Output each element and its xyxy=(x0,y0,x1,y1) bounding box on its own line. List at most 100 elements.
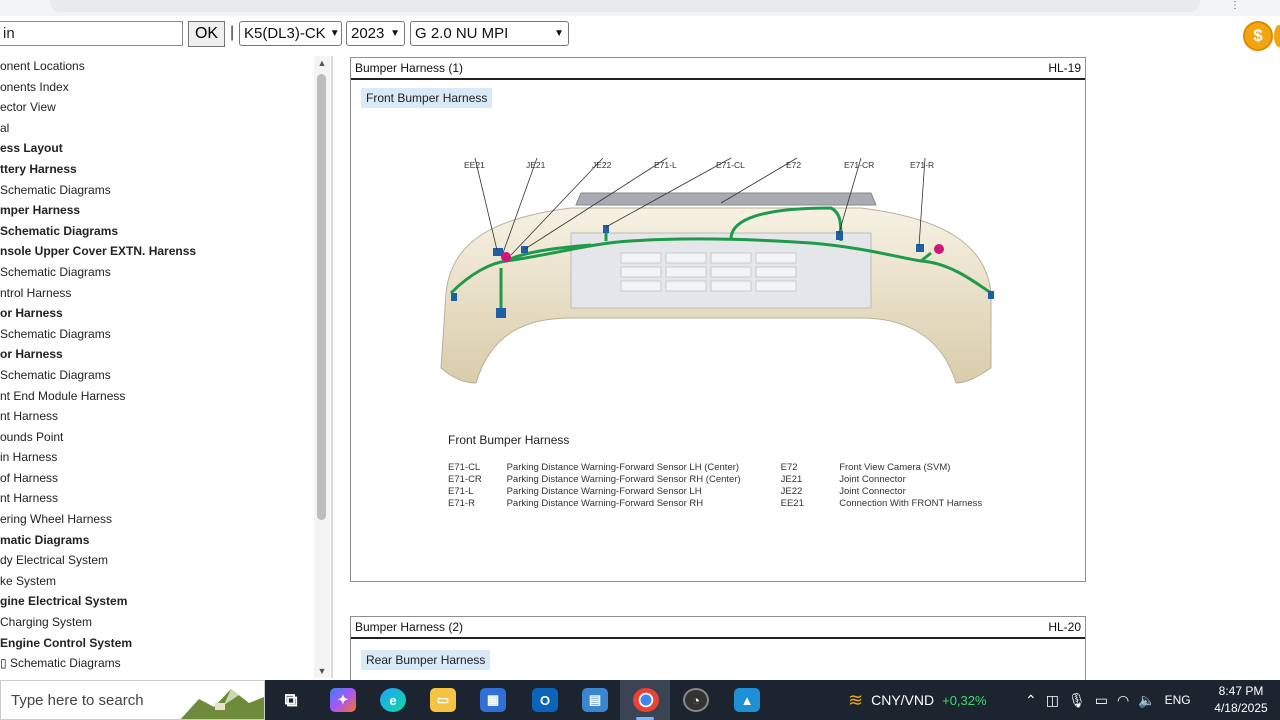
rear-bumper-harness-link[interactable]: Rear Bumper Harness xyxy=(361,650,491,670)
chevron-down-icon: ▼ xyxy=(329,28,340,39)
sidebar-item[interactable]: Schematic Diagrams xyxy=(0,221,314,242)
clock-date: 4/18/2025 xyxy=(1214,701,1268,715)
sidebar-item[interactable]: nt Harness xyxy=(0,406,314,427)
sidebar-item[interactable]: of Harness xyxy=(0,468,314,489)
sidebar-item[interactable]: mper Harness xyxy=(0,200,314,221)
sidebar-item[interactable]: nsole Upper Cover EXTN. Harenss xyxy=(0,241,314,262)
task-view-icon[interactable]: ⧉ xyxy=(278,688,304,712)
store-icon[interactable]: ▦ xyxy=(480,688,506,712)
callout-label: JE22 xyxy=(592,160,612,170)
scroll-down-icon[interactable]: ▼ xyxy=(314,666,330,676)
year-select[interactable]: 2023 ▼ xyxy=(346,21,405,46)
pane-divider[interactable] xyxy=(331,56,333,678)
callout-label: EE21 xyxy=(464,160,485,170)
legend-desc2: Front View Camera (SVM) xyxy=(839,462,951,473)
callout-label: E71-R xyxy=(910,160,935,170)
chevron-down-icon: ▼ xyxy=(554,28,564,39)
sidebar-item[interactable]: nt End Module Harness xyxy=(0,386,314,407)
sidebar-item[interactable]: ounds Point xyxy=(0,427,314,448)
address-bar[interactable] xyxy=(50,0,1200,12)
sidebar-tree: onent Locations onents Index ector View al e… xyxy=(0,56,314,678)
photos-icon[interactable]: ▲ xyxy=(734,688,760,712)
sidebar-item[interactable]: ering Wheel Harness xyxy=(0,509,314,530)
battery-icon[interactable]: ▭ xyxy=(1095,692,1108,709)
callout-label: E71-L xyxy=(654,160,677,170)
sidebar-item[interactable]: onents Index xyxy=(0,77,314,98)
meet-now-icon[interactable]: ◫ xyxy=(1046,692,1059,709)
model-select-value: K5(DL3)-CK xyxy=(244,25,326,42)
legend-desc2: Joint Connector xyxy=(839,474,906,485)
ok-button[interactable]: OK xyxy=(188,21,225,47)
sidebar-item[interactable]: Schematic Diagrams xyxy=(0,262,314,283)
sidebar-item[interactable]: nt Harness xyxy=(0,488,314,509)
sidebar-item[interactable]: ttery Harness xyxy=(0,159,314,180)
microphone-icon[interactable]: 🎙 xyxy=(1068,692,1086,709)
windows-taskbar: Type here to search ⧉ ✦ e ▭ ▦ O ▤ ◔ ▲ ≋ … xyxy=(0,680,1280,720)
sidebar-item[interactable]: matic Diagrams xyxy=(0,530,314,551)
document-icon: ▯ xyxy=(0,656,10,671)
ticker-icon: ≋ xyxy=(848,689,864,710)
browser-menu-icon[interactable]: ⋮ xyxy=(1230,0,1240,11)
taskbar-search-placeholder: Type here to search xyxy=(11,691,144,709)
sidebar-item[interactable]: Schematic Diagrams xyxy=(0,180,314,201)
legend-code: E71-L xyxy=(448,486,474,497)
search-highlight-icon xyxy=(180,689,264,719)
legend-code2: JE22 xyxy=(780,486,803,497)
coin-extension-icon[interactable] xyxy=(1274,25,1280,47)
engine-select[interactable]: G 2.0 NU MPI ▼ xyxy=(410,21,569,46)
notes-app-icon[interactable]: ▤ xyxy=(582,688,608,712)
chrome-icon[interactable] xyxy=(633,688,659,712)
speed-test-icon[interactable]: ◔ xyxy=(683,688,709,712)
legend-row: E71-L Parking Distance Warning-Forward Se… xyxy=(448,486,1008,498)
sidebar-item[interactable]: Schematic Diagrams xyxy=(0,324,314,345)
sidebar-item[interactable]: dy Electrical System xyxy=(0,550,314,571)
panel-title: Bumper Harness (2) xyxy=(355,620,464,634)
sidebar-item[interactable]: in Harness xyxy=(0,447,314,468)
scroll-up-icon[interactable]: ▲ xyxy=(314,58,330,68)
sidebar-item[interactable]: ke System xyxy=(0,571,314,592)
callout-label: JE21 xyxy=(526,160,546,170)
scrollbar-thumb[interactable] xyxy=(317,74,326,520)
legend-desc: Parking Distance Warning-Forward Sensor … xyxy=(506,474,741,485)
system-clock[interactable]: 8:47 PM 4/18/2025 xyxy=(1206,683,1276,717)
model-select[interactable]: K5(DL3)-CK ▼ xyxy=(239,21,342,46)
file-explorer-icon[interactable]: ▭ xyxy=(430,688,456,712)
toolbar-separator: | xyxy=(230,24,235,41)
legend-code: E71-R xyxy=(448,498,475,509)
vin-search-input[interactable] xyxy=(0,21,183,46)
chevron-up-icon[interactable]: ⌃ xyxy=(1025,692,1037,709)
system-tray: ⌃ ◫ 🎙 ▭ ◠ 🔈 ENG xyxy=(1025,680,1191,720)
sidebar-item[interactable]: gine Electrical System xyxy=(0,591,314,612)
copilot-icon[interactable]: ✦ xyxy=(330,688,356,712)
outlook-icon[interactable]: O xyxy=(532,688,558,712)
callout-label: E71-CL xyxy=(716,160,745,170)
sidebar-item[interactable]: al xyxy=(0,118,314,139)
sidebar-item[interactable]: Schematic Diagrams xyxy=(0,365,314,386)
sidebar-item[interactable]: ess Layout xyxy=(0,138,314,159)
language-indicator[interactable]: ENG xyxy=(1165,693,1191,707)
stock-ticker-widget[interactable]: ≋ CNY/VND +0,32% xyxy=(848,680,987,720)
sidebar-item[interactable]: or Harness xyxy=(0,303,314,324)
bumper-top-beam xyxy=(575,192,877,206)
browser-top-bar: ⋮ xyxy=(0,0,1280,16)
edge-icon[interactable]: e xyxy=(380,688,406,712)
sidebar-item[interactable]: ▯ Schematic Diagrams xyxy=(0,653,314,674)
legend-desc2: Connection With FRONT Harness xyxy=(839,498,983,509)
sidebar-item[interactable]: or Harness xyxy=(0,344,314,365)
taskbar-search-box[interactable]: Type here to search xyxy=(0,680,265,720)
sidebar-item[interactable]: ntrol Harness xyxy=(0,283,314,304)
legend-row: E71-CL Parking Distance Warning-Forward S… xyxy=(448,462,1008,474)
sidebar-item[interactable]: ector View xyxy=(0,97,314,118)
sidebar-item[interactable]: Engine Control System xyxy=(0,633,314,654)
clock-time: 8:47 PM xyxy=(1218,684,1264,698)
wifi-icon[interactable]: ◠ xyxy=(1117,692,1129,709)
year-select-value: 2023 xyxy=(351,25,385,42)
front-bumper-harness-link[interactable]: Front Bumper Harness xyxy=(361,88,493,108)
sidebar-item[interactable]: onent Locations xyxy=(0,56,314,77)
volume-icon[interactable]: 🔈 xyxy=(1138,692,1155,709)
coin-icon[interactable]: $ xyxy=(1243,21,1273,51)
panel-code: HL-20 xyxy=(1048,620,1081,634)
front-bumper-diagram xyxy=(440,157,994,384)
sidebar-item[interactable]: Charging System xyxy=(0,612,314,633)
sidebar-scrollbar[interactable]: ▲ ▼ xyxy=(314,56,330,678)
